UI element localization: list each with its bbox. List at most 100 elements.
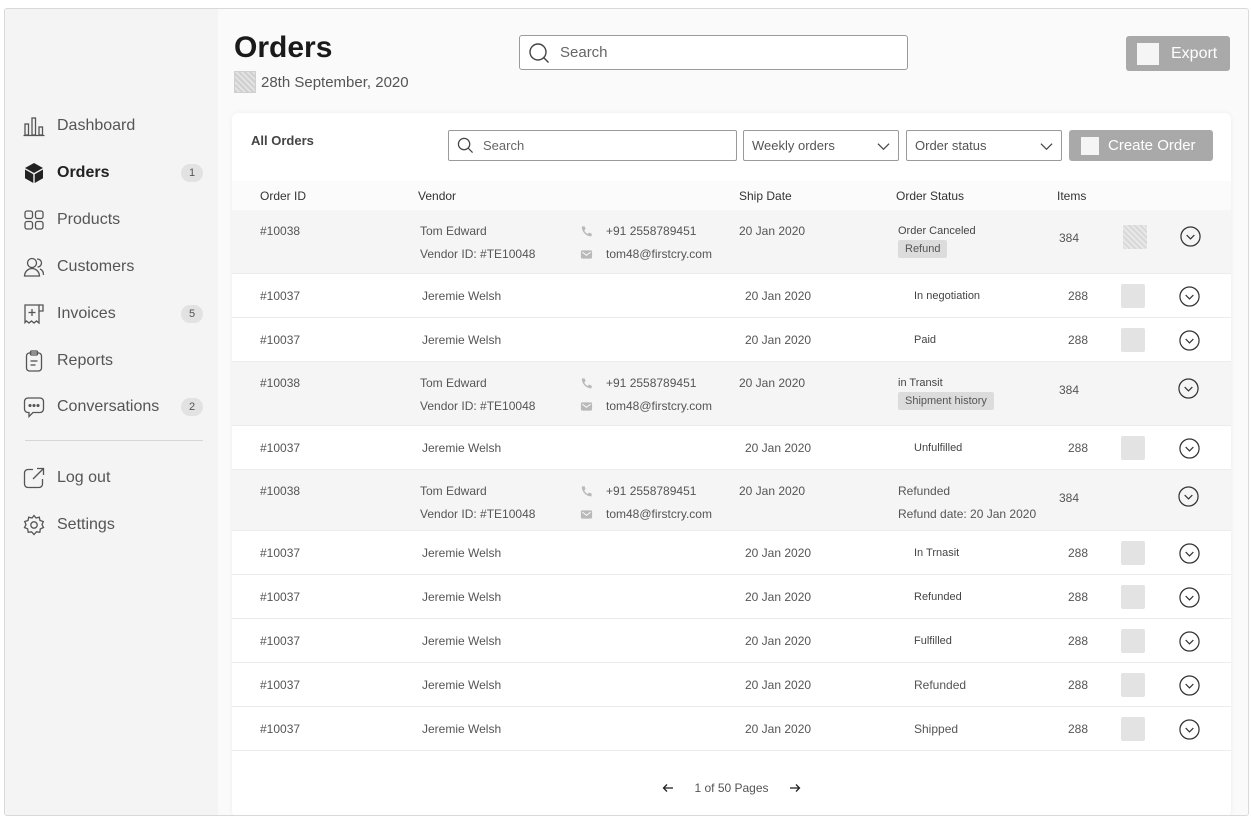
vendor-name: Tom Edward <box>420 376 487 390</box>
ship-date: 20 Jan 2020 <box>739 484 806 498</box>
column-header-items: Items <box>1057 189 1087 203</box>
ship-date: 20 Jan 2020 <box>745 678 812 692</box>
table-row[interactable]: #10037 Jeremie Welsh 20 Jan 2020 Fulfill… <box>232 619 1231 663</box>
page-title: Orders <box>234 31 333 64</box>
order-status: Shipped <box>914 722 959 736</box>
create-order-button[interactable]: Create Order <box>1069 130 1213 161</box>
phone-icon <box>581 226 592 237</box>
arrow-left-icon[interactable] <box>662 782 674 794</box>
vendor-email: tom48@firstcry.com <box>606 399 712 413</box>
sidebar-item-orders[interactable]: Orders 1 <box>23 158 203 188</box>
order-id: #10038 <box>260 224 301 238</box>
ship-date: 20 Jan 2020 <box>745 333 812 347</box>
product-thumbnail <box>1121 436 1145 460</box>
chevron-down-icon <box>877 143 890 151</box>
box-icon <box>23 162 45 184</box>
sidebar-item-customers[interactable]: Customers <box>23 252 203 282</box>
count-badge: 5 <box>181 305 203 323</box>
sidebar-item-products[interactable]: Products <box>23 205 203 235</box>
table-row[interactable]: #10038 Tom Edward Vendor ID: #TE10048 +9… <box>232 362 1231 426</box>
order-id: #10038 <box>260 376 301 390</box>
table-row[interactable]: #10037 Jeremie Welsh 20 Jan 2020 Paid 28… <box>232 318 1231 362</box>
chevron-down-icon[interactable] <box>1179 719 1200 740</box>
vendor-name: Jeremie Welsh <box>422 289 502 303</box>
item-count: 288 <box>1068 590 1089 604</box>
bar-chart-icon <box>23 115 45 137</box>
sidebar-item-conversations[interactable]: Conversations 2 <box>23 392 203 422</box>
create-order-label: Create Order <box>1108 137 1196 154</box>
arrow-right-icon[interactable] <box>789 782 801 794</box>
count-badge: 1 <box>181 164 203 182</box>
product-thumbnail <box>1121 541 1145 565</box>
order-id: #10037 <box>260 441 301 455</box>
table-row[interactable]: #10038 Tom Edward Vendor ID: #TE10048 +9… <box>232 470 1231 531</box>
ship-date: 20 Jan 2020 <box>745 722 812 736</box>
vendor-id: Vendor ID: #TE10048 <box>420 507 536 521</box>
count-badge: 2 <box>181 398 203 416</box>
table-row[interactable]: #10037 Jeremie Welsh 20 Jan 2020 Refunde… <box>232 663 1231 707</box>
grid-icon <box>23 209 45 231</box>
sidebar: Dashboard Orders 1 Products Customers In… <box>5 9 218 815</box>
chevron-down-icon[interactable] <box>1179 631 1200 652</box>
logout-icon <box>23 467 45 489</box>
chevron-down-icon[interactable] <box>1178 378 1199 399</box>
table-row[interactable]: #10038 Tom Edward Vendor ID: #TE10048 +9… <box>232 210 1231 274</box>
table-row[interactable]: #10037 Jeremie Welsh 20 Jan 2020 In Trna… <box>232 531 1231 575</box>
chevron-down-icon[interactable] <box>1179 587 1200 608</box>
mail-icon <box>580 510 593 519</box>
shipment-history-tag[interactable]: Shipment history <box>898 392 994 410</box>
vendor-name: Jeremie Welsh <box>422 590 502 604</box>
sidebar-item-logout[interactable]: Log out <box>23 463 203 493</box>
orders-search-input[interactable]: Search <box>448 130 737 161</box>
product-thumbnail <box>1121 629 1145 653</box>
export-button[interactable]: Export <box>1126 36 1230 71</box>
order-status: In Trnasit <box>914 547 960 559</box>
vendor-id: Vendor ID: #TE10048 <box>420 399 536 413</box>
order-id: #10037 <box>260 590 301 604</box>
vendor-name: Tom Edward <box>420 484 487 498</box>
chevron-down-icon[interactable] <box>1179 438 1200 459</box>
chevron-down-icon[interactable] <box>1179 330 1200 351</box>
search-input[interactable]: Search <box>519 35 908 70</box>
sidebar-item-label: Orders <box>57 164 110 181</box>
order-id: #10037 <box>260 722 301 736</box>
chevron-down-icon[interactable] <box>1178 486 1199 507</box>
mail-icon <box>580 402 593 411</box>
chevron-down-icon[interactable] <box>1179 675 1200 696</box>
page-date: 28th September, 2020 <box>261 74 409 91</box>
vendor-id: Vendor ID: #TE10048 <box>420 247 536 261</box>
export-icon <box>1137 42 1159 65</box>
period-filter-select[interactable]: Weekly orders <box>743 130 899 161</box>
chevron-down-icon[interactable] <box>1179 286 1200 307</box>
sidebar-item-dashboard[interactable]: Dashboard <box>23 111 203 141</box>
table-row[interactable]: #10037 Jeremie Welsh 20 Jan 2020 In nego… <box>232 274 1231 318</box>
page-indicator: 1 of 50 Pages <box>694 781 769 795</box>
calendar-icon <box>234 71 256 93</box>
sidebar-item-invoices[interactable]: Invoices 5 <box>23 299 203 329</box>
chevron-down-icon[interactable] <box>1179 543 1200 564</box>
status-tag[interactable]: Refund <box>898 240 948 258</box>
table-row[interactable]: #10037 Jeremie Welsh 20 Jan 2020 Unfulfi… <box>232 426 1231 470</box>
order-id: #10037 <box>260 289 301 303</box>
order-status: in Transit <box>898 377 943 389</box>
ship-date: 20 Jan 2020 <box>745 441 812 455</box>
order-status: Refunded <box>914 678 967 692</box>
create-order-icon <box>1081 136 1099 155</box>
search-placeholder: Search <box>483 138 525 153</box>
item-count: 288 <box>1068 333 1089 347</box>
order-status: Unfulfilled <box>914 442 963 454</box>
export-label: Export <box>1171 44 1218 62</box>
order-status: Paid <box>914 334 937 346</box>
period-filter-value: Weekly orders <box>752 138 835 153</box>
item-count: 288 <box>1068 546 1089 560</box>
sidebar-item-settings[interactable]: Settings <box>23 510 203 540</box>
status-filter-select[interactable]: Order status <box>906 130 1062 161</box>
sidebar-item-reports[interactable]: Reports <box>23 346 203 376</box>
column-header-order-status: Order Status <box>896 189 965 203</box>
table-row[interactable]: #10037 Jeremie Welsh 20 Jan 2020 Refunde… <box>232 575 1231 619</box>
table-row[interactable]: #10037 Jeremie Welsh 20 Jan 2020 Shipped… <box>232 707 1231 751</box>
vendor-name: Tom Edward <box>420 224 487 238</box>
chevron-down-icon[interactable] <box>1180 226 1201 247</box>
order-status: Order Canceled <box>898 225 976 237</box>
order-id: #10037 <box>260 546 301 560</box>
